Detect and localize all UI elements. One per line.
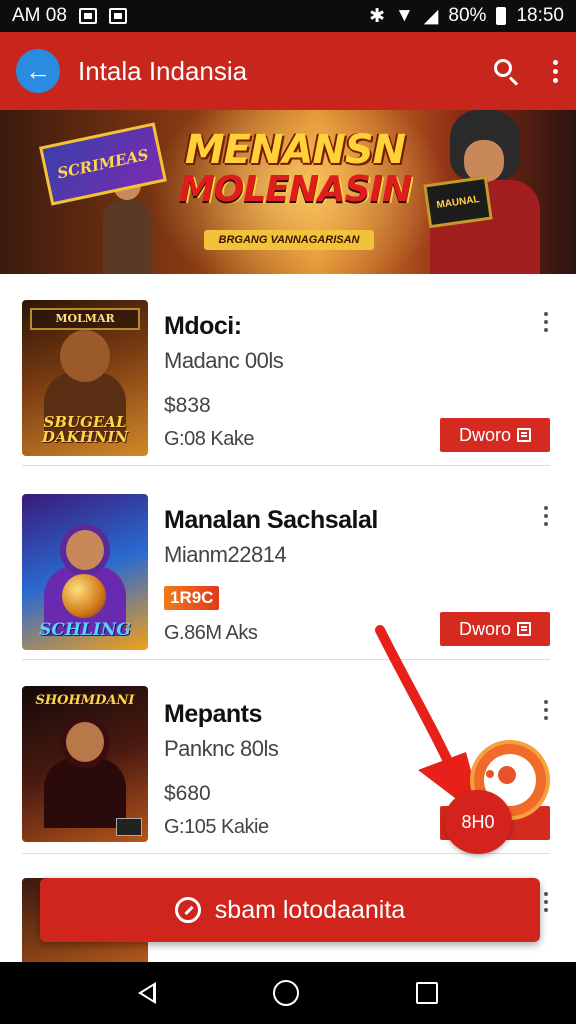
status-bar: AM 08 ✱ ▼ ◢ 80% 18:50 (0, 0, 576, 32)
banner-card: MAUNAL (423, 175, 493, 229)
floating-app-icon-dot-small (486, 770, 494, 778)
item-more-icon[interactable] (544, 506, 548, 526)
bluetooth-icon: ✱ (369, 5, 385, 27)
item-price: $680 (164, 782, 211, 805)
item-meta: G.86M Aks (164, 622, 258, 644)
system-nav-bar (0, 962, 576, 1024)
item-price-badge: 1R9C (164, 586, 220, 610)
nav-home-icon[interactable] (272, 980, 299, 1006)
search-icon[interactable] (492, 57, 520, 86)
status-time: 18:50 (516, 5, 564, 26)
notification-icon (78, 8, 97, 24)
item-title: Mepants (164, 700, 262, 728)
list-item[interactable]: MOLMAR SBUGEAL DAKHNIN Mdoci: Madanc 00l… (0, 274, 576, 466)
item-subtitle: Mianm22814 (164, 542, 287, 567)
banner-title: MENANSN MOLENASIN (178, 127, 412, 210)
item-meta: G:105 Kakie (164, 816, 269, 838)
download-button[interactable]: Dworo (440, 418, 550, 452)
item-subtitle: Panknc 80ls (164, 736, 279, 761)
signal-icon: ◢ (423, 5, 439, 27)
game-thumbnail[interactable]: MOLMAR SBUGEAL DAKHNIN (22, 300, 148, 456)
app-notification-icon (108, 8, 127, 24)
wifi-icon: ▼ (394, 5, 414, 26)
install-button-label: sbam lotodaanita (214, 895, 406, 924)
game-thumbnail[interactable]: SHOHMDANI (22, 686, 148, 842)
banner-subtitle: BRGANG VANNAGARISAN (204, 230, 374, 250)
status-battery-percent: 80% (448, 5, 487, 26)
app-toolbar: ← Intala Indansia (0, 32, 576, 110)
status-carrier: AM 08 (12, 5, 67, 26)
overflow-menu-icon[interactable] (550, 59, 560, 83)
download-icon (517, 428, 531, 442)
item-subtitle: Madanc 00ls (164, 348, 284, 373)
promo-banner[interactable]: SCRIMEAS MAUNAL MENANSN MOLENASIN BRGANG… (0, 110, 576, 274)
floating-app-icon-dot (498, 766, 516, 784)
check-circle-icon (174, 897, 201, 923)
item-more-icon[interactable] (544, 892, 548, 912)
hotspot-button[interactable]: 8H0 (444, 790, 512, 854)
item-meta: G:08 Kake (164, 428, 255, 450)
nav-recents-icon[interactable] (415, 982, 438, 1004)
battery-icon (496, 7, 507, 25)
item-more-icon[interactable] (544, 312, 548, 332)
back-button[interactable]: ← (16, 49, 60, 93)
arrow-left-icon: ← (25, 55, 51, 86)
game-thumbnail[interactable]: SCHLING (22, 494, 148, 650)
item-price: $838 (164, 394, 211, 417)
nav-back-icon[interactable] (138, 982, 157, 1004)
install-button[interactable]: sbam lotodaanita (40, 878, 540, 942)
item-title: Manalan Sachsalal (164, 506, 378, 534)
item-title: Mdoci: (164, 312, 242, 340)
page-title: Intala Indansia (78, 55, 248, 86)
